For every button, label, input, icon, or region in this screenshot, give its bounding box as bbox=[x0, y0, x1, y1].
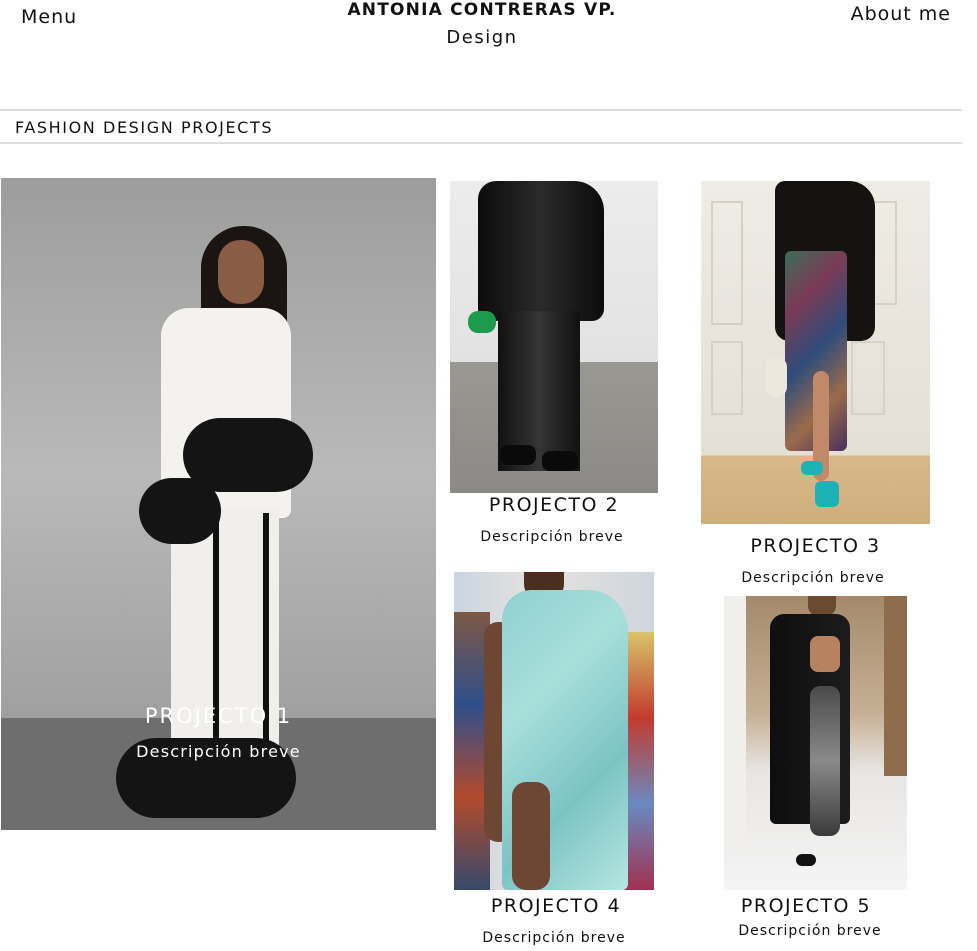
leg bbox=[512, 782, 550, 890]
project-2-description: Descripción breve bbox=[480, 529, 624, 545]
project-5-title: PROJECTO 5 bbox=[740, 895, 872, 917]
project-1-title: PROJECTO 1 bbox=[144, 704, 293, 728]
wall-panel bbox=[711, 341, 743, 415]
section-title: FASHION DESIGN PROJECTS bbox=[15, 118, 274, 137]
menu-link[interactable]: Menu bbox=[21, 6, 77, 28]
about-me-link[interactable]: About me bbox=[851, 3, 951, 25]
project-3-description: Descripción breve bbox=[741, 570, 885, 586]
green-bag bbox=[468, 311, 496, 333]
torso bbox=[810, 636, 840, 672]
wall-panel bbox=[851, 341, 885, 415]
model-hair bbox=[808, 596, 836, 616]
turquoise-shoe bbox=[801, 461, 823, 475]
brand-name: ANTONIA CONTRERAS VP. bbox=[347, 0, 617, 20]
project-3-title: PROJECTO 3 bbox=[750, 535, 881, 557]
audience-blur bbox=[624, 632, 654, 890]
feather-trim-cuff bbox=[139, 478, 221, 544]
curtain bbox=[724, 596, 746, 846]
brand-subtitle: Design bbox=[446, 27, 518, 48]
black-sequin-shirt bbox=[478, 181, 604, 321]
project-1-photo[interactable] bbox=[1, 178, 436, 830]
door-frame bbox=[884, 596, 907, 776]
turquoise-shoe bbox=[815, 481, 839, 507]
shoe bbox=[796, 854, 816, 866]
brand-logo[interactable]: ANTONIA CONTRERAS VP. Design bbox=[332, 0, 632, 48]
project-3-photo[interactable] bbox=[701, 181, 930, 524]
project-2-photo[interactable] bbox=[450, 181, 658, 493]
project-4-photo[interactable] bbox=[454, 572, 654, 890]
model-face bbox=[218, 240, 264, 304]
trouser-stripe-left bbox=[213, 518, 219, 768]
project-5-photo[interactable] bbox=[724, 596, 907, 890]
handbag bbox=[765, 357, 787, 397]
section-header: FASHION DESIGN PROJECTS bbox=[0, 109, 962, 144]
boot-right bbox=[542, 451, 578, 471]
boot-left bbox=[500, 445, 536, 465]
project-2-title: PROJECTO 2 bbox=[488, 494, 620, 516]
project-1-description: Descripción breve bbox=[136, 742, 301, 761]
project-4-description: Descripción breve bbox=[482, 930, 626, 946]
wall-panel bbox=[711, 201, 743, 325]
sequin-sleeve bbox=[810, 686, 840, 836]
project-5-description: Descripción breve bbox=[738, 923, 882, 939]
project-4-title: PROJECTO 4 bbox=[490, 895, 622, 917]
